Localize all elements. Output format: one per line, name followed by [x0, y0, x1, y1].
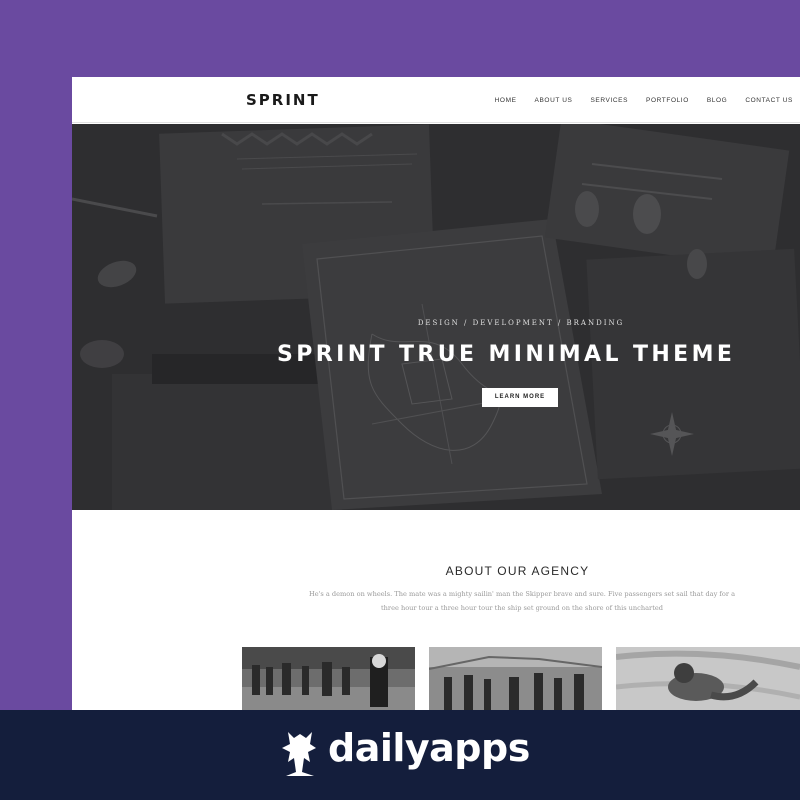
portfolio-thumbnail-1[interactable]	[242, 647, 415, 710]
crowd-photo-2	[429, 647, 602, 710]
crowd-photo-1	[242, 647, 415, 710]
hero-kicker: DESIGN / DEVELOPMENT / BRANDING	[417, 319, 625, 327]
hero-section: DESIGN / DEVELOPMENT / BRANDING SPRINT T…	[72, 124, 800, 510]
nav-item-home[interactable]: HOME	[495, 97, 517, 104]
portfolio-thumbnail-3[interactable]	[616, 647, 800, 710]
nav-item-about-us[interactable]: ABOUT US	[535, 97, 573, 104]
learn-more-button[interactable]: LEARN MORE	[482, 388, 558, 407]
nav-item-services[interactable]: SERVICES	[590, 97, 628, 104]
nav-item-portfolio[interactable]: PORTFOLIO	[646, 97, 689, 104]
about-title: ABOUT OUR AGENCY	[445, 564, 590, 578]
main-nav: HOME ABOUT US SERVICES PORTFOLIO BLOG CO…	[477, 97, 793, 104]
about-text: He's a demon on wheels. The mate was a m…	[308, 590, 736, 612]
nav-item-contact-us[interactable]: CONTACT US	[745, 97, 793, 104]
site-header: SPRINT HOME ABOUT US SERVICES PORTFOLIO …	[72, 77, 800, 123]
dailyapps-wordmark: dailyapps	[328, 726, 530, 770]
portfolio-thumbnail-2[interactable]	[429, 647, 602, 710]
website-mockup: SPRINT HOME ABOUT US SERVICES PORTFOLIO …	[72, 77, 800, 710]
hero-background-image	[72, 124, 800, 510]
object-photo	[616, 647, 800, 710]
nav-item-blog[interactable]: BLOG	[707, 97, 727, 104]
dailyapps-logo-icon	[282, 732, 316, 776]
hero-title: SPRINT TRUE MINIMAL THEME	[277, 342, 736, 367]
site-logo[interactable]: SPRINT	[246, 91, 320, 109]
